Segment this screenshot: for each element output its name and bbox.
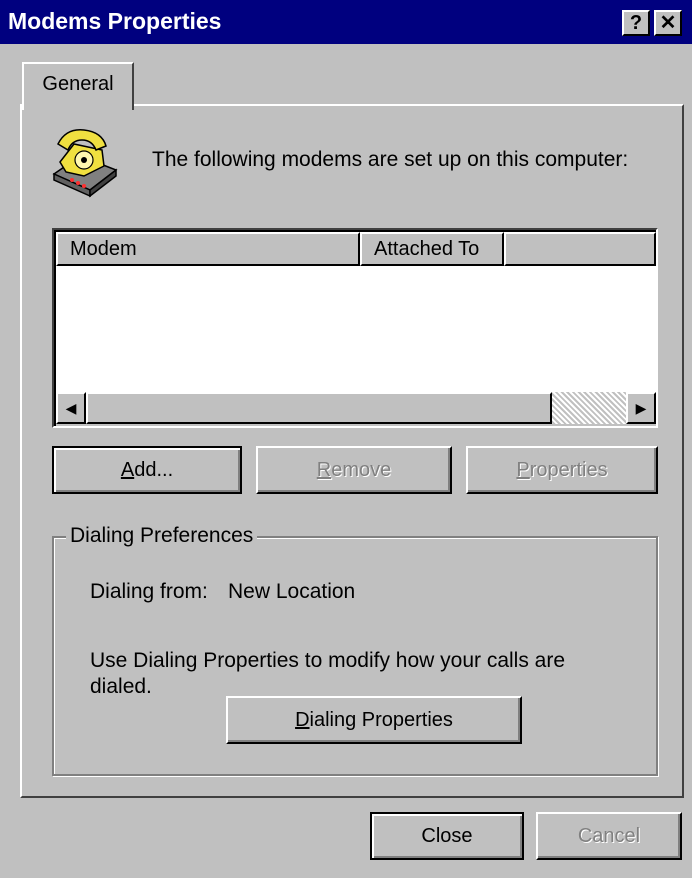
column-header-modem[interactable]: Modem	[56, 232, 360, 266]
dialing-from-label: Dialing from:	[90, 580, 208, 603]
arrow-left-icon: ◀	[65, 400, 77, 416]
horizontal-scrollbar[interactable]: ◀ ▶	[56, 392, 656, 426]
properties-button[interactable]: Properties	[466, 446, 658, 494]
tab-general-label: General	[42, 73, 114, 95]
close-icon[interactable]: ✕	[654, 10, 682, 36]
scroll-left-button[interactable]: ◀	[56, 392, 86, 424]
add-button[interactable]: Add...	[52, 446, 242, 494]
help-button[interactable]: ?	[622, 10, 650, 36]
telephone-modem-icon	[52, 129, 118, 198]
dialing-info-text: Use Dialing Properties to modify how you…	[90, 649, 566, 698]
arrow-right-icon: ▶	[635, 400, 647, 416]
cancel-button[interactable]: Cancel	[536, 812, 682, 860]
remove-label: Remove	[316, 459, 392, 481]
dialing-from-value: New Location	[228, 580, 356, 603]
properties-label: Properties	[516, 459, 608, 481]
scroll-thumb[interactable]	[86, 392, 552, 424]
close-label: Close	[421, 825, 473, 847]
dialing-preferences-title: Dialing Preferences	[66, 522, 258, 550]
column-header-attached-to[interactable]: Attached To	[360, 232, 504, 266]
window-title: Modems Properties	[8, 8, 222, 34]
modem-list[interactable]: Modem Attached To ◀ ▶	[52, 228, 658, 428]
remove-button[interactable]: Remove	[256, 446, 452, 494]
title-bar[interactable]: Modems Properties ? ✕	[0, 0, 692, 44]
close-button[interactable]: Close	[370, 812, 524, 860]
dialing-properties-button[interactable]: Dialing Properties	[226, 696, 522, 744]
tab-general[interactable]: General	[22, 62, 134, 110]
modem-list-body: Modem Attached To ◀ ▶	[54, 230, 656, 426]
dialing-properties-label: Dialing Properties	[295, 709, 453, 731]
cancel-label: Cancel	[577, 825, 641, 847]
scroll-right-button[interactable]: ▶	[626, 392, 656, 424]
column-header-empty[interactable]	[504, 232, 656, 266]
intro-text: The following modems are set up on this …	[152, 148, 629, 171]
add-label: Add...	[120, 459, 174, 481]
